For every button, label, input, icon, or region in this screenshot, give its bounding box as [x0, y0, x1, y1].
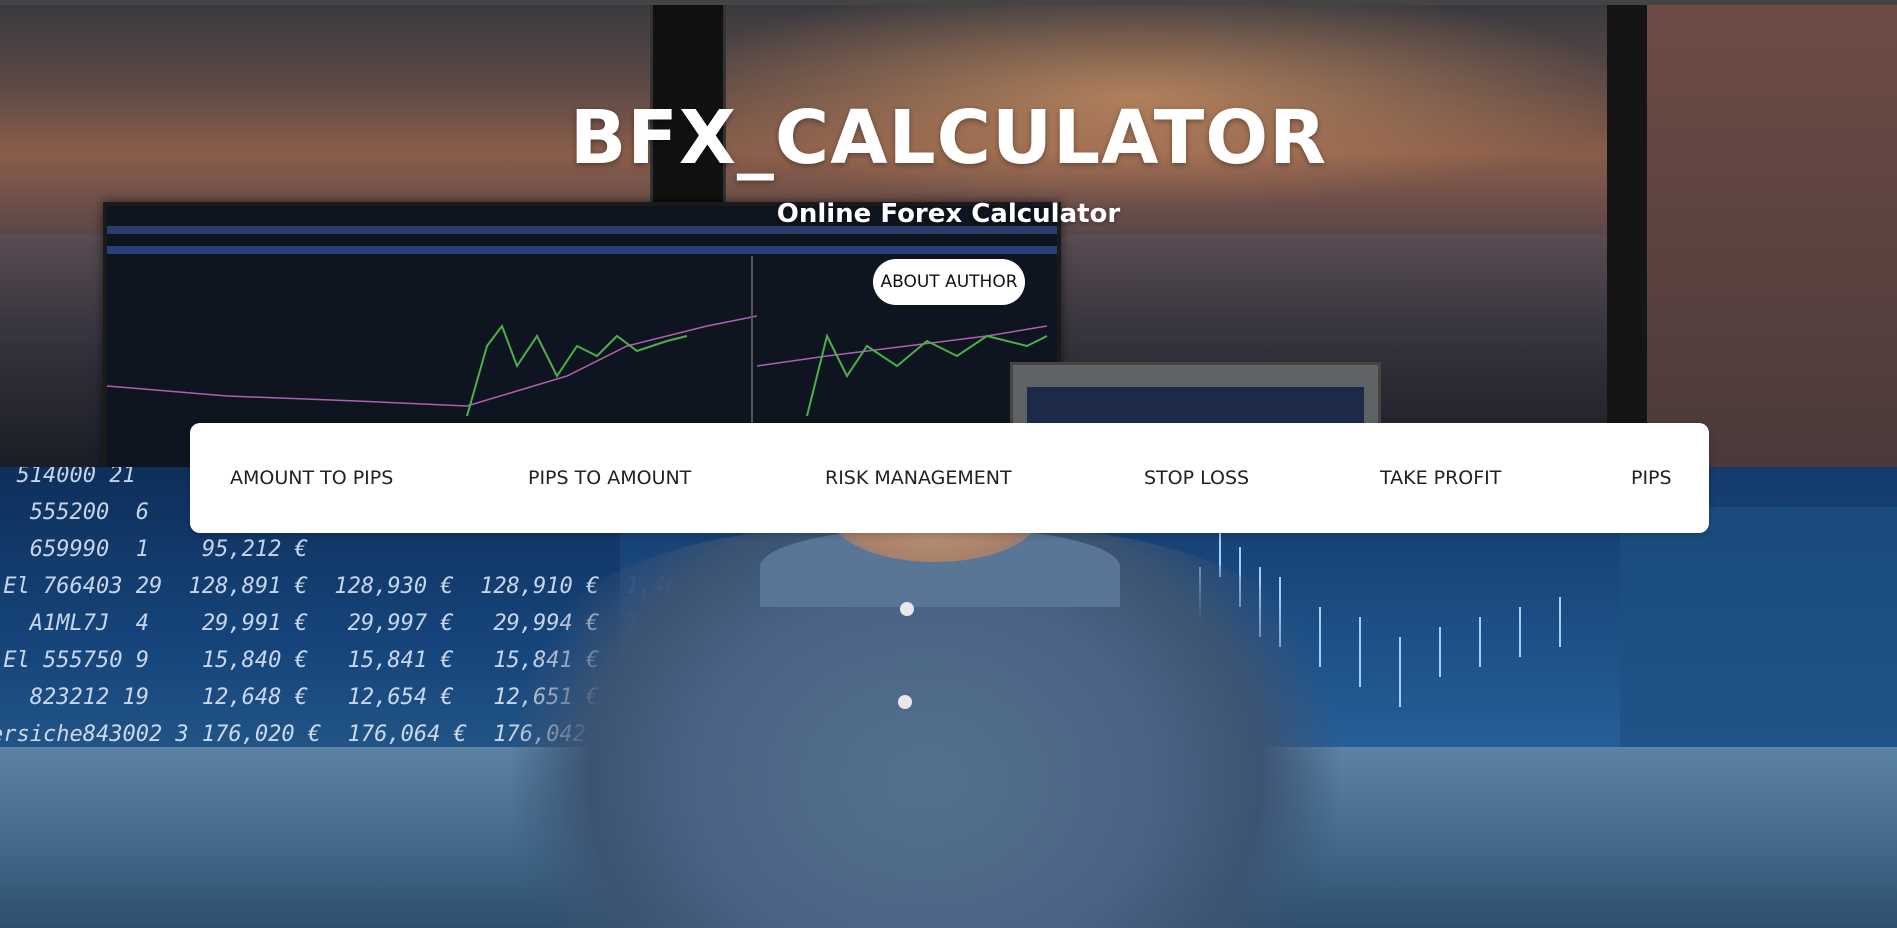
shirt-button — [898, 695, 912, 709]
page: 514000 21 555200 6 659990 1 95,212 € ,El… — [0, 0, 1897, 928]
site-title: BFX_CALCULATOR — [569, 95, 1328, 181]
nav-item-take-profit[interactable]: TAKE PROFIT — [1380, 423, 1501, 533]
window-frame — [1607, 5, 1897, 467]
nav-item-pips-to-amount[interactable]: PIPS TO AMOUNT — [528, 423, 691, 533]
nav-item-pips[interactable]: PIPS — [1631, 423, 1672, 533]
monitor-toolbar — [107, 246, 1057, 254]
site-subtitle: Online Forex Calculator — [776, 199, 1121, 229]
about-author-button[interactable]: ABOUT AUTHOR — [873, 259, 1025, 305]
nav-item-amount-to-pips[interactable]: AMOUNT TO PIPS — [230, 423, 393, 533]
nav-item-risk-management[interactable]: RISK MANAGEMENT — [825, 423, 1012, 533]
calculator-nav: AMOUNT TO PIPS PIPS TO AMOUNT RISK MANAG… — [190, 423, 1709, 533]
trader-background-image: 514000 21 555200 6 659990 1 95,212 € ,El… — [0, 467, 1897, 928]
top-strip — [0, 0, 1897, 5]
nav-item-stop-loss[interactable]: STOP LOSS — [1144, 423, 1249, 533]
shirt-button — [900, 602, 914, 616]
hero-background-image — [0, 5, 1897, 467]
